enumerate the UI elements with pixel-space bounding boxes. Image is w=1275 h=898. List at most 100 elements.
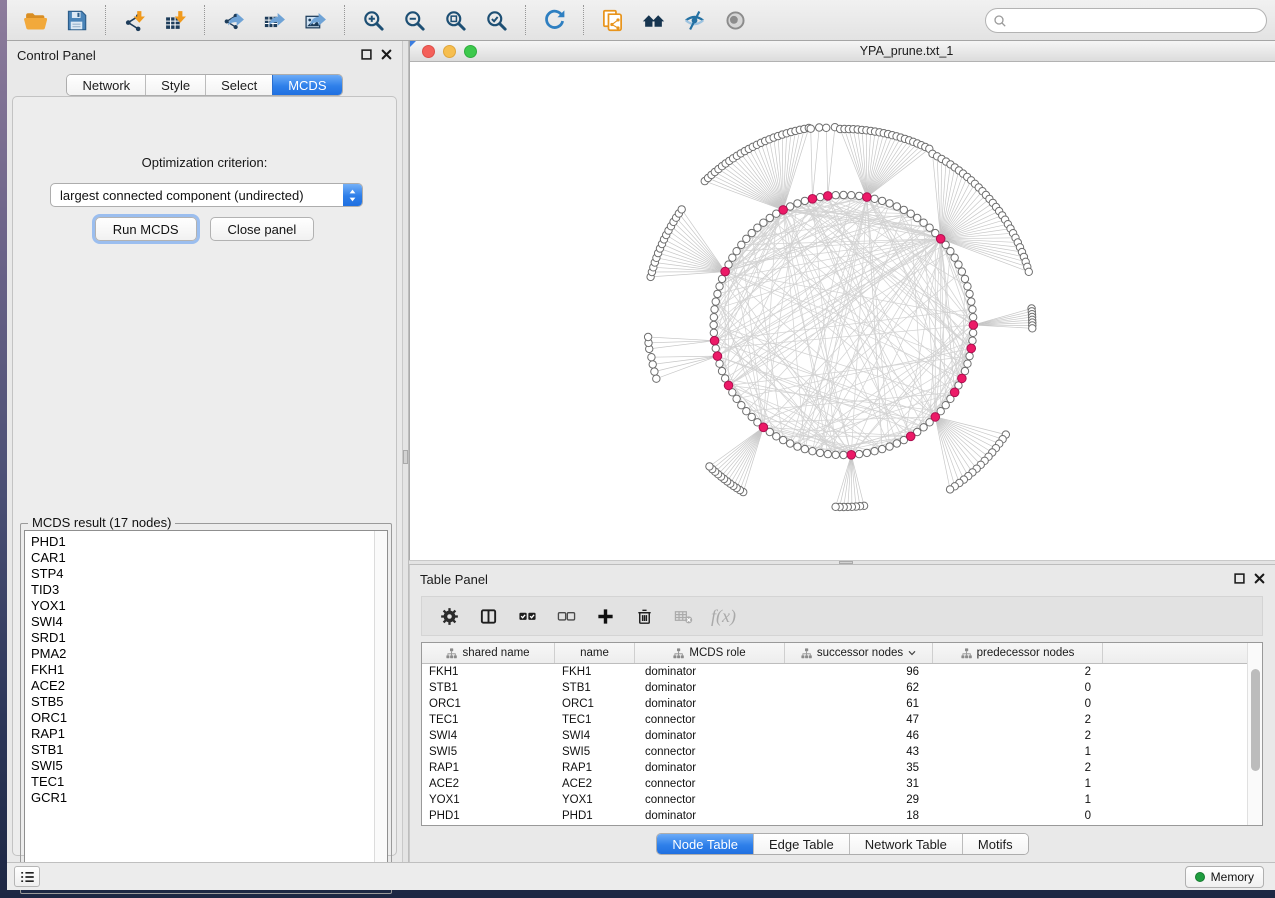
show-hide-panels-button[interactable] xyxy=(633,5,674,35)
table-row[interactable]: PHD1PHD1dominator180 xyxy=(422,808,1247,824)
settings-gear-button[interactable] xyxy=(434,601,464,631)
network-window-titlebar[interactable]: YPA_prune.txt_1 xyxy=(410,41,1275,62)
column-header-shared-name[interactable]: shared name xyxy=(422,643,555,663)
close-window-icon[interactable] xyxy=(422,45,435,58)
zoom-fit-button[interactable] xyxy=(435,5,476,35)
export-network-button[interactable] xyxy=(213,5,254,35)
zoom-out-button[interactable] xyxy=(394,5,435,35)
mcds-node-item[interactable]: FKH1 xyxy=(31,662,374,678)
show-columns-icon xyxy=(479,607,498,626)
table-scrollbar[interactable] xyxy=(1247,643,1262,825)
table-row[interactable]: RAP1RAP1dominator352 xyxy=(422,760,1247,776)
hide-graphics-details-button[interactable] xyxy=(674,5,715,35)
close-panel-icon[interactable] xyxy=(1254,573,1265,584)
memory-button[interactable]: Memory xyxy=(1185,866,1264,888)
import-table-icon xyxy=(164,9,187,32)
maximize-window-icon[interactable] xyxy=(464,45,477,58)
mcds-node-item[interactable]: SWI4 xyxy=(31,614,374,630)
close-panel-icon[interactable] xyxy=(381,49,392,60)
status-bar: Memory xyxy=(7,862,1275,890)
mcds-node-item[interactable]: YOX1 xyxy=(31,598,374,614)
optimization-criterion-select[interactable]: largest connected component (undirected) xyxy=(50,183,363,207)
status-menu-button[interactable] xyxy=(14,866,40,887)
add-column-button[interactable] xyxy=(590,601,620,631)
tab-motifs[interactable]: Motifs xyxy=(962,834,1028,854)
mcds-node-item[interactable]: STB1 xyxy=(31,742,374,758)
tab-network[interactable]: Network xyxy=(67,75,145,95)
save-session-button[interactable] xyxy=(56,5,97,35)
refresh-icon xyxy=(543,9,566,32)
mcds-result-list[interactable]: PHD1CAR1STP4TID3YOX1SWI4SRD1PMA2FKH1ACE2… xyxy=(25,531,374,889)
column-header-successor-nodes[interactable]: successor nodes xyxy=(785,643,933,663)
close-panel-button[interactable]: Close panel xyxy=(210,217,315,241)
open-file-button[interactable] xyxy=(15,5,56,35)
import-table-button[interactable] xyxy=(155,5,196,35)
select-all-button[interactable] xyxy=(512,601,542,631)
mcds-node-item[interactable]: ACE2 xyxy=(31,678,374,694)
mcds-node-item[interactable]: RAP1 xyxy=(31,726,374,742)
scrollbar-thumb[interactable] xyxy=(1251,669,1260,771)
tab-select[interactable]: Select xyxy=(205,75,272,95)
tab-network-table[interactable]: Network Table xyxy=(849,834,962,854)
float-panel-icon[interactable] xyxy=(361,49,372,60)
node-table[interactable]: shared namenameMCDS rolesuccessor nodesp… xyxy=(421,642,1263,826)
mcds-node-item[interactable]: STB5 xyxy=(31,694,374,710)
column-header-name[interactable]: name xyxy=(555,643,635,663)
mcds-node-item[interactable]: PMA2 xyxy=(31,646,374,662)
tab-edge-table[interactable]: Edge Table xyxy=(753,834,849,854)
mcds-node-item[interactable]: PHD1 xyxy=(31,534,374,550)
export-table-button[interactable] xyxy=(254,5,295,35)
table-row[interactable]: SWI5SWI5connector431 xyxy=(422,744,1247,760)
mcds-node-item[interactable]: GCR1 xyxy=(31,790,374,806)
cell-successor-nodes: 61 xyxy=(785,696,933,712)
delete-rows-button[interactable] xyxy=(629,601,659,631)
mcds-node-item[interactable]: TEC1 xyxy=(31,774,374,790)
show-columns-button[interactable] xyxy=(473,601,503,631)
birdseye-view-button[interactable] xyxy=(715,5,756,35)
run-mcds-button[interactable]: Run MCDS xyxy=(95,217,197,241)
tab-mcds[interactable]: MCDS xyxy=(272,75,341,95)
table-row[interactable]: SWI4SWI4dominator462 xyxy=(422,728,1247,744)
column-header-MCDS-role[interactable]: MCDS role xyxy=(635,643,785,663)
mcds-node-item[interactable]: TID3 xyxy=(31,582,374,598)
minimize-window-icon[interactable] xyxy=(443,45,456,58)
function-builder-button[interactable]: f(x) xyxy=(707,606,736,627)
zoom-selected-button[interactable] xyxy=(476,5,517,35)
network-graph[interactable] xyxy=(410,62,1275,560)
cell-shared-name: SWI4 xyxy=(422,728,555,744)
table-row[interactable]: FKH1FKH1dominator962 xyxy=(422,664,1247,680)
zoom-in-button[interactable] xyxy=(353,5,394,35)
table-row[interactable]: STB1STB1dominator620 xyxy=(422,680,1247,696)
clone-network-button[interactable] xyxy=(592,5,633,35)
refresh-button[interactable] xyxy=(534,5,575,35)
mcds-node-item[interactable]: CAR1 xyxy=(31,550,374,566)
splitter-grip[interactable] xyxy=(403,450,408,464)
cell-MCDS-role: connector xyxy=(635,792,785,808)
tab-style[interactable]: Style xyxy=(145,75,205,95)
vertical-splitter[interactable] xyxy=(402,41,409,862)
mcds-node-item[interactable]: SRD1 xyxy=(31,630,374,646)
splitter-grip[interactable] xyxy=(839,561,853,564)
network-canvas[interactable] xyxy=(410,62,1275,560)
zoom-out-icon xyxy=(403,9,426,32)
mcds-node-item[interactable]: ORC1 xyxy=(31,710,374,726)
search-input[interactable] xyxy=(1007,14,1266,28)
table-row[interactable]: ACE2ACE2connector311 xyxy=(422,776,1247,792)
deselect-all-button[interactable] xyxy=(551,601,581,631)
float-panel-icon[interactable] xyxy=(1234,573,1245,584)
mcds-list-scrollbar[interactable] xyxy=(374,531,387,889)
column-header-predecessor-nodes[interactable]: predecessor nodes xyxy=(933,643,1103,663)
import-network-button[interactable] xyxy=(114,5,155,35)
mcds-node-item[interactable]: SWI5 xyxy=(31,758,374,774)
table-row[interactable]: ORC1ORC1dominator610 xyxy=(422,696,1247,712)
tab-node-table[interactable]: Node Table xyxy=(657,834,753,854)
list-menu-icon xyxy=(20,871,35,883)
cell-shared-name: FKH1 xyxy=(422,664,555,680)
delete-table-button[interactable] xyxy=(668,601,698,631)
table-row[interactable]: TEC1TEC1connector472 xyxy=(422,712,1247,728)
search-box[interactable] xyxy=(985,8,1267,33)
table-row[interactable]: YOX1YOX1connector291 xyxy=(422,792,1247,808)
export-image-button[interactable] xyxy=(295,5,336,35)
mcds-node-item[interactable]: STP4 xyxy=(31,566,374,582)
cell-name: SWI5 xyxy=(555,744,635,760)
